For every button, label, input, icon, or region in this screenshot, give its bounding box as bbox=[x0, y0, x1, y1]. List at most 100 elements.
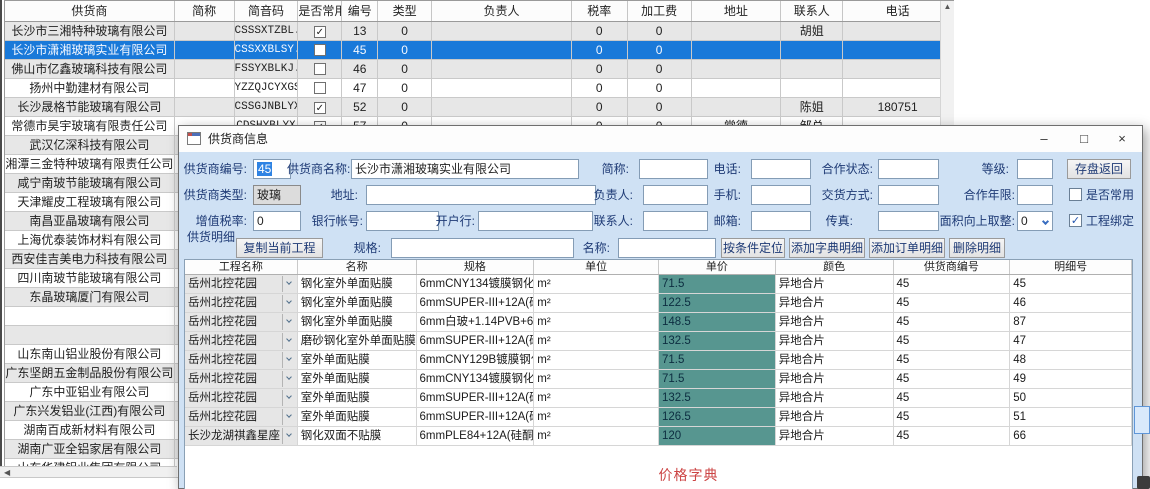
vertical-scrollbar[interactable]: ▲ bbox=[940, 1, 954, 141]
grid-cell-project[interactable]: 岳州北控花园 bbox=[185, 351, 298, 369]
grid-cell-unit[interactable]: m² bbox=[534, 332, 659, 350]
grid-cell-spec[interactable]: 6mmSUPER-III+12A(硅... bbox=[417, 389, 535, 407]
project-combo-button[interactable] bbox=[282, 295, 296, 311]
grid-cell-spec[interactable]: 6mmCNY134镀膜钢化 bbox=[417, 275, 535, 293]
common-checkbox[interactable]: ✓ bbox=[314, 26, 326, 38]
grid-cell-price[interactable]: 126.5 bbox=[659, 408, 776, 426]
coop-status-input[interactable] bbox=[878, 159, 939, 179]
grid-cell-detail_id[interactable]: 47 bbox=[1010, 332, 1132, 350]
horizontal-scrollbar[interactable]: ◀ bbox=[0, 466, 177, 478]
spec-filter-input[interactable] bbox=[391, 238, 574, 258]
column-header-id[interactable]: 编号 bbox=[342, 1, 378, 21]
grid-cell-detail_id[interactable]: 49 bbox=[1010, 370, 1132, 388]
grid-cell-unit[interactable]: m² bbox=[534, 351, 659, 369]
add-order-detail-button[interactable]: 添加订单明细 bbox=[869, 238, 945, 258]
grid-cell-name[interactable]: 钢化室外单面贴膜 bbox=[298, 294, 417, 312]
add-dictionary-detail-button[interactable]: 添加字典明细 bbox=[789, 238, 865, 258]
close-button[interactable]: × bbox=[1105, 126, 1139, 152]
grid-cell-project[interactable]: 岳州北控花园 bbox=[185, 370, 298, 388]
supplier-id-input[interactable]: 45 bbox=[253, 159, 291, 179]
common-checkbox[interactable] bbox=[314, 63, 326, 75]
grid-row[interactable]: 岳州北控花园室外单面贴膜6mmSUPER-III+12A(硅...m²132.5… bbox=[185, 389, 1132, 408]
grid-cell-price[interactable]: 148.5 bbox=[659, 313, 776, 331]
project-combo-button[interactable] bbox=[282, 333, 296, 349]
grid-column-header-unit[interactable]: 单位 bbox=[534, 260, 659, 274]
grid-row[interactable]: 岳州北控花园钢化室外单面贴膜6mmCNY134镀膜钢化m²71.5异地合片454… bbox=[185, 275, 1132, 294]
column-header-contact[interactable]: 联系人 bbox=[781, 1, 843, 21]
grid-cell-color[interactable]: 异地合片 bbox=[776, 294, 894, 312]
project-combo-button[interactable] bbox=[282, 352, 296, 368]
column-header-code[interactable]: 简音码 bbox=[235, 1, 299, 21]
grid-cell-spec[interactable]: 6mmCNY134镀膜钢化 bbox=[417, 370, 535, 388]
grid-cell-name[interactable]: 室外单面贴膜 bbox=[298, 351, 417, 369]
project-combo-button[interactable] bbox=[282, 428, 296, 444]
grid-cell-spec[interactable]: 6mmSUPER-III+12A(硅... bbox=[417, 408, 535, 426]
column-header-type[interactable]: 类型 bbox=[378, 1, 432, 21]
save-return-button[interactable]: 存盘返回 bbox=[1067, 159, 1131, 179]
grid-cell-price[interactable]: 132.5 bbox=[659, 389, 776, 407]
grid-cell-unit[interactable]: m² bbox=[534, 294, 659, 312]
grid-column-header-price[interactable]: 单价 bbox=[659, 260, 776, 274]
grid-cell-color[interactable]: 异地合片 bbox=[776, 408, 894, 426]
grid-cell-unit[interactable]: m² bbox=[534, 370, 659, 388]
locate-by-condition-button[interactable]: 按条件定位 bbox=[721, 238, 785, 258]
grid-row[interactable]: 岳州北控花园钢化室外单面贴膜6mmSUPER-III+12A(硅...m²122… bbox=[185, 294, 1132, 313]
supplier-row[interactable]: 长沙晟格节能玻璃有限公司CSSGJNBLYXGS✓52000陈姐180751 bbox=[5, 98, 953, 117]
vat-rate-input[interactable]: 0 bbox=[253, 211, 301, 231]
grid-row[interactable]: 岳州北控花园钢化室外单面贴膜6mm白玻+1.14PVB+6mm...m²148.… bbox=[185, 313, 1132, 332]
grid-cell-price[interactable]: 71.5 bbox=[659, 370, 776, 388]
grid-cell-color[interactable]: 异地合片 bbox=[776, 313, 894, 331]
grid-cell-supplier_id[interactable]: 45 bbox=[894, 332, 1011, 350]
grid-cell-project[interactable]: 岳州北控花园 bbox=[185, 408, 298, 426]
grid-cell-project[interactable]: 长沙龙湖祺鑫星座 bbox=[185, 427, 298, 445]
grid-cell-unit[interactable]: m² bbox=[534, 427, 659, 445]
grid-cell-spec[interactable]: 6mmCNY129B镀膜钢化 bbox=[417, 351, 535, 369]
grid-cell-name[interactable]: 室外单面贴膜 bbox=[298, 389, 417, 407]
area-round-up-select[interactable]: 0 bbox=[1017, 211, 1053, 231]
grid-cell-name[interactable]: 钢化双面不贴膜 bbox=[298, 427, 417, 445]
project-combo-button[interactable] bbox=[282, 390, 296, 406]
is-common-checkbox[interactable] bbox=[1069, 188, 1082, 201]
grid-column-header-detail_id[interactable]: 明细号 bbox=[1010, 260, 1132, 274]
grid-cell-project[interactable]: 岳州北控花园 bbox=[185, 332, 298, 350]
column-header-name[interactable]: 供货商 bbox=[5, 1, 175, 21]
project-combo-button[interactable] bbox=[282, 409, 296, 425]
grid-cell-supplier_id[interactable]: 45 bbox=[894, 408, 1011, 426]
grid-cell-project[interactable]: 岳州北控花园 bbox=[185, 313, 298, 331]
grid-cell-name[interactable]: 室外单面贴膜 bbox=[298, 408, 417, 426]
grid-cell-spec[interactable]: 6mmPLE84+12A(硅酮胶... bbox=[417, 427, 535, 445]
grid-cell-detail_id[interactable]: 45 bbox=[1010, 275, 1132, 293]
grid-cell-spec[interactable]: 6mmSUPER-III+12A(硅... bbox=[417, 332, 535, 350]
grid-cell-detail_id[interactable]: 66 bbox=[1010, 427, 1132, 445]
fax-input[interactable] bbox=[878, 211, 939, 231]
grid-cell-supplier_id[interactable]: 45 bbox=[894, 351, 1011, 369]
minimize-button[interactable]: – bbox=[1025, 126, 1063, 152]
supplier-row[interactable]: 长沙市潇湘玻璃实业有限公司CSSXXBLSY...45000 bbox=[5, 41, 953, 60]
grid-cell-supplier_id[interactable]: 45 bbox=[894, 294, 1011, 312]
grid-cell-detail_id[interactable]: 87 bbox=[1010, 313, 1132, 331]
grid-row[interactable]: 岳州北控花园室外单面贴膜6mmCNY134镀膜钢化m²71.5异地合片4549 bbox=[185, 370, 1132, 389]
grid-cell-unit[interactable]: m² bbox=[534, 389, 659, 407]
grid-cell-price[interactable]: 122.5 bbox=[659, 294, 776, 312]
grid-row[interactable]: 长沙龙湖祺鑫星座钢化双面不贴膜6mmPLE84+12A(硅酮胶...m²120异… bbox=[185, 427, 1132, 446]
column-header-addr[interactable]: 地址 bbox=[692, 1, 782, 21]
grid-cell-spec[interactable]: 6mm白玻+1.14PVB+6mm... bbox=[417, 313, 535, 331]
grid-cell-color[interactable]: 异地合片 bbox=[776, 370, 894, 388]
scroll-up-icon[interactable]: ▲ bbox=[941, 1, 954, 13]
column-header-fee[interactable]: 加工费 bbox=[628, 1, 692, 21]
grid-cell-name[interactable]: 钢化室外单面贴膜 bbox=[298, 313, 417, 331]
grid-cell-detail_id[interactable]: 50 bbox=[1010, 389, 1132, 407]
grid-cell-color[interactable]: 异地合片 bbox=[776, 427, 894, 445]
address-input[interactable] bbox=[366, 185, 596, 205]
supplier-row[interactable]: 扬州中勤建材有限公司YZZQJCYXGS47000 bbox=[5, 79, 953, 98]
grid-cell-unit[interactable]: m² bbox=[534, 408, 659, 426]
grid-cell-detail_id[interactable]: 46 bbox=[1010, 294, 1132, 312]
grid-cell-price[interactable]: 71.5 bbox=[659, 351, 776, 369]
grade-input[interactable] bbox=[1017, 159, 1053, 179]
grid-row[interactable]: 岳州北控花园室外单面贴膜6mmSUPER-III+12A(硅...m²126.5… bbox=[185, 408, 1132, 427]
grid-cell-color[interactable]: 异地合片 bbox=[776, 275, 894, 293]
project-combo-button[interactable] bbox=[282, 276, 296, 292]
grid-scrollbar-thumb[interactable] bbox=[1134, 406, 1150, 434]
mobile-input[interactable] bbox=[751, 185, 811, 205]
coop-years-input[interactable] bbox=[1017, 185, 1053, 205]
